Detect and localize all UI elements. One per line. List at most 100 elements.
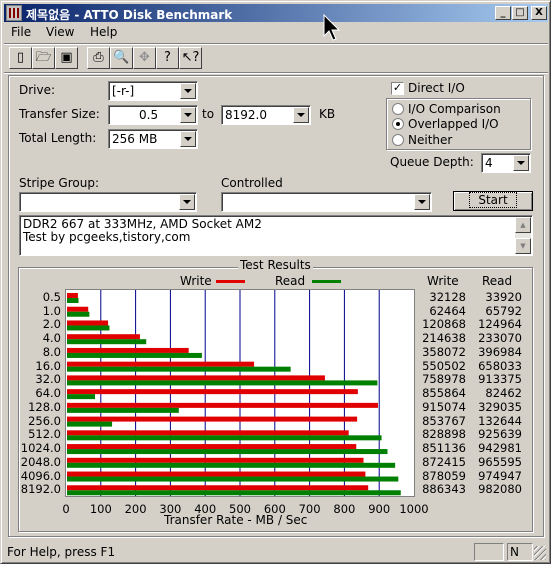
controlled-select[interactable] [221,192,432,212]
legend-read-swatch [312,280,341,283]
write-bar [67,457,364,463]
stripe-group-select[interactable] [19,192,197,212]
help-icon[interactable]: ? [156,47,179,69]
print-preview-icon[interactable]: 🔍 [110,47,133,69]
category-label: 8192.0 [20,482,61,497]
read-value: 33920 [485,290,522,304]
write-bar [67,471,366,477]
description-textarea[interactable]: DDR2 667 at 333MHz, AMD Socket AM2 Test … [19,215,533,256]
menu-help-label: Help [90,25,118,39]
total-length-select[interactable]: 256 MB [108,129,198,149]
overlapped-io-radio[interactable] [392,118,404,130]
read-bar [67,366,291,372]
resize-grip-icon[interactable] [534,546,546,560]
transfer-size-to-select[interactable]: 8192.0 [221,105,311,125]
write-bar [67,375,325,381]
write-value: 62464 [429,303,466,318]
open-folder-icon[interactable]: 🗁 [32,47,55,69]
move-icon[interactable]: ✥ [133,47,156,69]
total-length-label: Total Length: [19,131,97,145]
status-pane-3: N [507,543,533,561]
write-bar [67,402,378,408]
new-file-icon[interactable]: ▯ [9,47,32,69]
category-label: 0.5 [42,290,61,304]
chevron-down-icon[interactable] [179,194,195,210]
queue-depth-select[interactable]: 4 [481,153,531,173]
chevron-down-icon[interactable] [180,107,196,123]
read-value: 82462 [485,386,522,401]
category-label: 1.0 [42,303,61,318]
write-value: 855864 [422,386,466,401]
read-column-header: Read [482,274,513,288]
read-bar [67,490,401,496]
title-bar[interactable]: 제목없음 - ATTO Disk Benchmark _ □ X [4,4,548,22]
minimize-button[interactable]: _ [495,6,511,20]
write-value: 878059 [422,468,466,483]
x-tick-label: 0 [62,502,70,516]
write-bar [67,320,109,326]
print-icon[interactable]: ⎙ [87,47,110,69]
close-button[interactable]: X [531,6,547,20]
direct-io-label: Direct I/O [408,81,465,95]
transfer-size-from-value: 0.5 [139,108,159,122]
menu-help[interactable]: Help [90,25,117,39]
read-bar [67,407,179,413]
status-bar: For Help, press F1 N [4,542,548,562]
write-bar [67,416,358,422]
write-value: 828898 [422,427,466,442]
category-label: 2048.0 [20,454,61,469]
total-length-value: 256 MB [112,132,158,146]
write-bar [67,430,349,436]
description-line-1: DDR2 667 at 333MHz, AMD Socket AM2 [23,217,262,231]
status-pane-2 [474,543,504,561]
read-value: 974947 [478,468,522,483]
status-indicator: N [510,545,519,559]
menu-file-label: File [11,25,32,39]
chevron-down-icon[interactable] [180,131,196,147]
category-label: 16.0 [35,358,61,373]
write-bar [67,389,358,395]
write-bar [67,485,369,491]
read-value: 233070 [478,331,522,346]
maximize-button[interactable]: □ [512,6,528,20]
app-icon[interactable] [6,5,22,21]
category-label: 512.0 [28,427,61,442]
chevron-down-icon[interactable] [180,83,196,99]
category-label: 128.0 [28,399,61,414]
legend-write-label: Write [180,274,212,288]
read-value: 124964 [478,317,522,332]
category-label: 1024.0 [20,441,61,456]
io-comparison-label: I/O Comparison [408,102,501,116]
read-value: 965595 [478,454,522,469]
write-value: 851136 [422,441,466,456]
scroll-up-icon[interactable]: ▲ [515,217,531,233]
x-tick-label: 1000 [399,502,429,516]
queue-depth-label: Queue Depth: [390,155,474,169]
menu-file[interactable]: File [11,25,31,39]
drive-select[interactable]: [-r-] [108,81,198,101]
chevron-down-icon[interactable] [293,107,309,123]
chevron-down-icon[interactable] [513,155,529,171]
read-value: 132644 [478,413,522,428]
direct-io-checkbox[interactable]: ✓ [391,82,404,95]
context-help-icon[interactable]: ↖? [179,47,202,69]
read-bar [67,476,399,482]
scroll-down-icon[interactable]: ▼ [515,238,531,254]
write-bar [67,444,357,450]
io-comparison-radio[interactable] [392,103,404,115]
chevron-down-icon[interactable] [414,194,430,210]
menu-view[interactable]: View [46,25,74,39]
stripe-group-label: Stripe Group: [19,176,99,190]
description-scrollbar[interactable]: ▲ ▼ [515,217,531,254]
write-bar [67,293,78,298]
start-button[interactable]: Start [453,191,533,211]
category-label: 4096.0 [20,468,61,483]
transfer-size-from-select[interactable]: 0.5 [108,105,198,125]
read-value: 925639 [478,427,522,442]
write-value: 358072 [422,344,466,359]
write-value: 758978 [422,372,466,387]
read-value: 658033 [478,358,522,373]
save-icon[interactable]: ▣ [55,47,78,69]
neither-radio[interactable] [392,134,404,146]
x-tick-label: 200 [124,502,147,516]
